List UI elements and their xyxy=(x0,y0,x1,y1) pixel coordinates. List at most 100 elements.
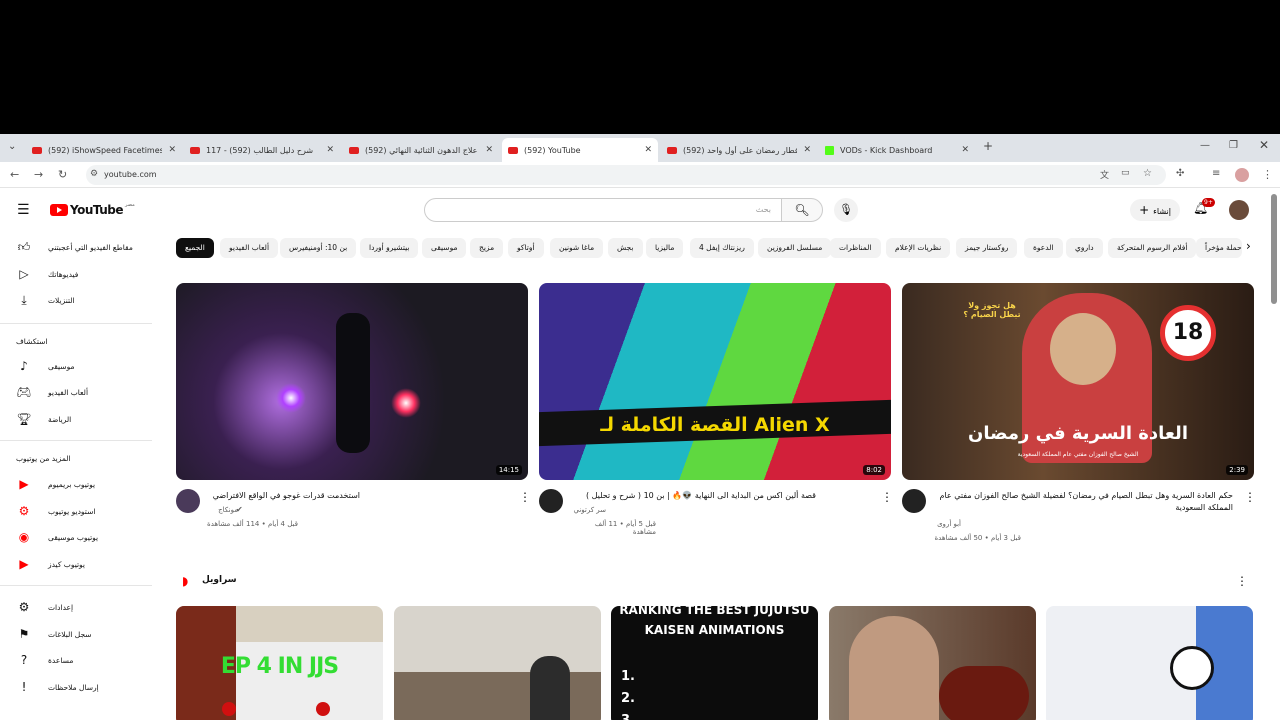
chip[interactable]: مزيج xyxy=(470,238,504,258)
channel-name[interactable]: مونكاج xyxy=(206,506,238,514)
search-input[interactable]: بحث xyxy=(424,198,782,222)
video-thumbnail[interactable]: القصة الكاملة لـ Alien X 8:02 xyxy=(539,283,891,480)
chip[interactable]: بيتشيرو أوردا xyxy=(360,238,419,258)
thumbnail-question: هل تجوز ولا تبطل الصيام ؟ xyxy=(963,301,1021,319)
sidebar-item-settings[interactable]: ⚙ إعدادات xyxy=(16,600,73,614)
more-options-icon[interactable]: ⋮ xyxy=(1244,490,1256,504)
chip[interactable]: بجش xyxy=(608,238,643,258)
channel-avatar[interactable] xyxy=(902,489,926,513)
chip[interactable]: نظريات الإعلام xyxy=(886,238,951,258)
translate-icon[interactable]: 文 xyxy=(1100,168,1109,181)
browser-tab-active[interactable]: (592) YouTube ✕ xyxy=(502,138,658,162)
sidebar-item-sports[interactable]: 🏆︎ الرياضة xyxy=(16,412,71,426)
close-tab-icon[interactable]: ✕ xyxy=(485,145,493,155)
minimize-icon[interactable]: — xyxy=(1200,140,1210,151)
chip[interactable]: المناظرات xyxy=(830,238,881,258)
back-icon[interactable]: ← xyxy=(10,168,19,181)
voice-search-button[interactable]: 🎙︎ xyxy=(834,198,858,222)
mic-icon: 🎙︎ xyxy=(839,203,853,216)
chip[interactable]: أوتاكو xyxy=(508,238,544,258)
chip[interactable]: ماغا شونين xyxy=(550,238,604,258)
tab-search-icon[interactable]: ⌄ xyxy=(8,141,16,152)
create-button[interactable]: + إنشاء xyxy=(1130,199,1180,221)
close-tab-icon[interactable]: ✕ xyxy=(644,145,652,155)
url-field[interactable]: youtube.com xyxy=(86,165,1166,185)
close-window-icon[interactable]: ✕ xyxy=(1259,138,1269,152)
sidebar-item-music[interactable]: ♪ موسيقى xyxy=(16,359,74,373)
chip[interactable]: ريزنتاك إيفل 4 xyxy=(690,238,754,258)
search-button[interactable]: 🔍︎ xyxy=(781,198,823,222)
browser-tab[interactable]: (592) علاج الدهون الثنائية النهائي ✕ xyxy=(343,138,499,162)
youtube-favicon-icon xyxy=(667,146,677,154)
close-tab-icon[interactable]: ✕ xyxy=(803,145,811,155)
short-thumbnail[interactable] xyxy=(394,606,601,720)
chip[interactable]: مسلسل الفروزين xyxy=(758,238,832,258)
video-title[interactable]: قصة ألين اكس من البداية الى النهاية 👽🔥 |… xyxy=(570,490,816,502)
browser-tab[interactable]: (592) iShowSpeed Facetimes Eu ✕ xyxy=(26,138,182,162)
chip-all[interactable]: الجميع xyxy=(176,238,214,258)
channel-avatar[interactable] xyxy=(176,489,200,513)
reload-icon[interactable]: ↻ xyxy=(58,168,67,181)
youtube-studio-icon: ⚙ xyxy=(18,504,30,518)
sidebar-item-downloads[interactable]: ⤓ التنزيلات xyxy=(16,293,74,308)
sidebar-item-premium[interactable]: ▶ يوتيوب بريميوم xyxy=(16,477,95,491)
short-thumbnail[interactable]: RANKING THE BEST JUJUTSU KAISEN ANIMATIO… xyxy=(611,606,818,720)
shorts-more-options-icon[interactable]: ⋮ xyxy=(1236,574,1248,588)
install-app-icon[interactable]: ▭ xyxy=(1121,168,1130,178)
video-title[interactable]: استخدمت قدرات غوجو في الواقع الافتراضي xyxy=(206,490,360,502)
chip[interactable]: الدعوة xyxy=(1024,238,1063,258)
gamepad-icon: 🎮︎ xyxy=(16,385,32,399)
chip[interactable]: حملة مؤخراً xyxy=(1196,238,1242,258)
chip[interactable]: ماليزيا xyxy=(646,238,684,258)
new-tab-button[interactable]: + xyxy=(983,139,993,153)
browser-tab[interactable]: VODs - Kick Dashboard ✕ xyxy=(819,138,975,162)
video-thumbnail[interactable]: هل تجوز ولا تبطل الصيام ؟ 18 العادة السر… xyxy=(902,283,1254,480)
chip[interactable]: داروي xyxy=(1066,238,1103,258)
video-title[interactable]: حكم العادة السرية وهل تبطل الصيام في رمض… xyxy=(933,490,1233,514)
sidebar-item-your-videos[interactable]: ▷ فيديوهاتك xyxy=(16,267,78,281)
sidebar-item-gaming[interactable]: 🎮︎ ألعاب الفيديو xyxy=(16,385,88,399)
profile-avatar[interactable] xyxy=(1235,168,1249,182)
more-options-icon[interactable]: ⋮ xyxy=(881,490,893,504)
chip[interactable]: ألعاب الفيديو xyxy=(220,238,279,258)
media-controls-icon[interactable]: ≡ xyxy=(1212,168,1220,179)
chevron-right-icon[interactable]: › xyxy=(1246,239,1251,253)
short-thumbnail[interactable]: EP 4 IN JJS xyxy=(176,606,383,720)
sidebar-item-help[interactable]: ? مساعدة xyxy=(16,653,74,667)
sidebar-item-music-app[interactable]: ◉ يوتيوب موسيقى xyxy=(16,530,98,544)
channel-name[interactable]: أبو أروى xyxy=(933,520,961,528)
forward-icon[interactable]: → xyxy=(34,168,43,181)
sidebar-item-report-history[interactable]: ⚑ سجل البلاغات xyxy=(16,627,92,641)
account-avatar[interactable] xyxy=(1229,200,1249,220)
maximize-icon[interactable]: ❐ xyxy=(1229,140,1238,151)
page-scrollbar[interactable] xyxy=(1271,194,1277,304)
channel-name[interactable]: سر كرتوني xyxy=(570,506,607,514)
more-options-icon[interactable]: ⋮ xyxy=(519,490,531,504)
bookmark-star-icon[interactable]: ☆ xyxy=(1143,168,1152,179)
short-thumbnail[interactable] xyxy=(829,606,1036,720)
close-tab-icon[interactable]: ✕ xyxy=(326,145,334,155)
channel-avatar[interactable] xyxy=(539,489,563,513)
close-tab-icon[interactable]: ✕ xyxy=(168,145,176,155)
site-info-icon[interactable]: ⚙ xyxy=(90,169,98,179)
browser-menu-icon[interactable]: ⋮ xyxy=(1262,168,1273,181)
browser-tab[interactable]: 117 - شرح دليل الطالب (592) ✕ xyxy=(184,138,340,162)
sidebar-item-kids[interactable]: ▶ يوتيوب كيدز xyxy=(16,557,85,571)
close-tab-icon[interactable]: ✕ xyxy=(961,145,969,155)
extensions-icon[interactable]: ✣ xyxy=(1176,168,1184,179)
sidebar-item-liked[interactable]: 👍︎ مقاطع الفيديو التي أعجبتني xyxy=(16,240,133,255)
sidebar-item-studio[interactable]: ⚙ استوديو يوتيوب xyxy=(16,504,96,518)
sidebar-item-feedback[interactable]: ! إرسال ملاحظات xyxy=(16,680,99,694)
video-thumbnail[interactable]: 14:15 xyxy=(176,283,528,480)
hamburger-menu-icon[interactable]: ☰ xyxy=(17,202,30,218)
thumbnail-text: القصة الكاملة لـ Alien X xyxy=(600,414,830,436)
chip[interactable]: روكستار جيمز xyxy=(956,238,1018,258)
music-icon: ♪ xyxy=(20,359,28,373)
youtube-logo[interactable]: YouTube مصر xyxy=(48,202,135,217)
browser-tab[interactable]: (592) فطار رمضان على أول واحد ✕ xyxy=(661,138,817,162)
chip[interactable]: أفلام الرسوم المتحركة xyxy=(1108,238,1197,258)
short-thumbnail[interactable] xyxy=(1046,606,1253,720)
youtube-music-icon: ◉ xyxy=(18,530,30,544)
chip[interactable]: موسيقى xyxy=(422,238,467,258)
chip[interactable]: بن 10: أومنيفيرس xyxy=(280,238,357,258)
